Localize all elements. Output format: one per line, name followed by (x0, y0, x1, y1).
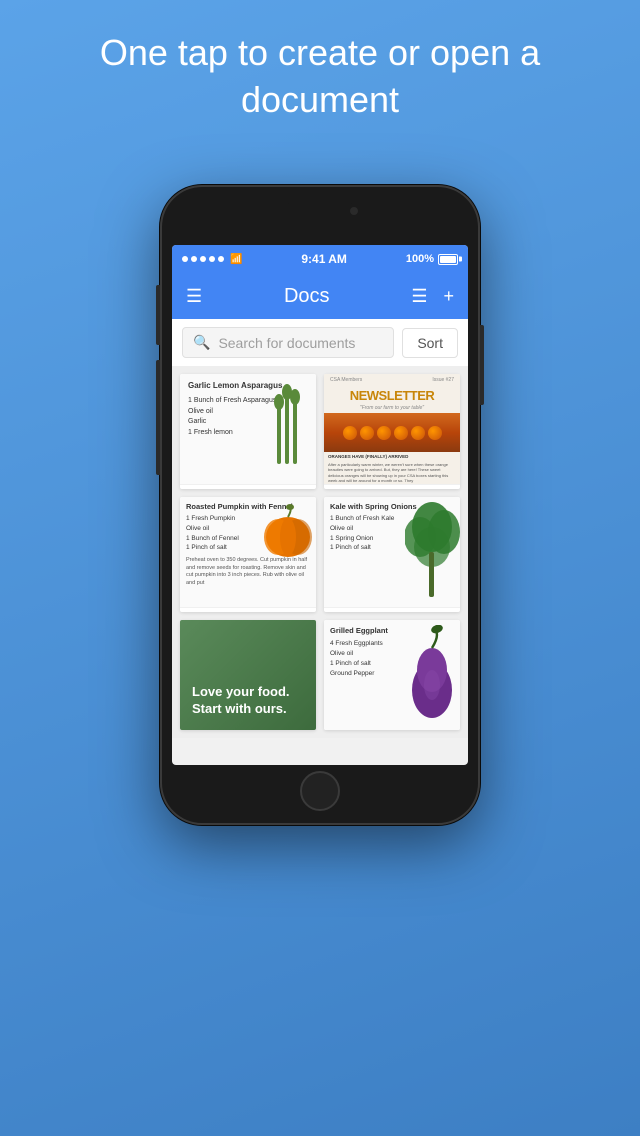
status-time: 9:41 AM (301, 252, 347, 266)
orange-4 (394, 426, 408, 440)
phone-device: 📶 9:41 AM 100% ☰ Docs ☰ + 🔍 Search fo (160, 185, 480, 825)
newsletter-body: After a particularly warm winter, we wer… (324, 461, 460, 484)
newsletter-label: CSA Members (330, 377, 362, 383)
battery-fill (440, 256, 456, 263)
doc-thumbnail-garlic: Garlic Lemon Asparagus 1 Bunch of Fresh … (180, 374, 316, 484)
search-bar: 🔍 Search for documents Sort (172, 319, 468, 366)
phone-camera (350, 207, 358, 215)
orange-2 (360, 426, 374, 440)
signal-area: 📶 (182, 254, 242, 265)
doc-thumbnail-eggplant: Grilled Eggplant 4 Fresh Eggplants Olive… (324, 620, 460, 730)
doc-thumbnail-kale: Kale with Spring Onions 1 Bunch of Fresh… (324, 497, 460, 607)
signal-dot-3 (200, 256, 206, 262)
list-view-icon[interactable]: ☰ (411, 286, 427, 307)
newsletter-header: CSA Members Issue #27 (324, 374, 460, 386)
orange-circles (339, 422, 446, 444)
search-icon: 🔍 (193, 334, 210, 351)
eggplant-illustration (405, 625, 460, 725)
app-header: ☰ Docs ☰ + (172, 273, 468, 319)
menu-icon[interactable]: ☰ (186, 286, 202, 307)
doc-thumbnail-food-start: Love your food. Start with ours. (180, 620, 316, 730)
phone-speaker (285, 203, 355, 215)
newsletter-subtitle: "From our farm to your table" (324, 405, 460, 411)
search-placeholder: Search for documents (218, 335, 355, 351)
app-title: Docs (284, 285, 330, 308)
signal-dot-2 (191, 256, 197, 262)
kale-illustration (405, 497, 460, 605)
doc-thumbnail-pumpkin: Roasted Pumpkin with Fennel 1 Fresh Pump… (180, 497, 316, 607)
doc-card-pumpkin[interactable]: Roasted Pumpkin with Fennel 1 Fresh Pump… (180, 497, 316, 612)
newsletter-image (324, 413, 460, 452)
doc-card-food-start[interactable]: Love your food. Start with ours. (180, 620, 316, 730)
add-document-icon[interactable]: + (443, 286, 454, 307)
newsletter-caption: ORANGES HAVE (FINALLY) ARRIVED (324, 452, 460, 461)
pumpkin-illustration (262, 502, 314, 562)
doc-footer-newsletter: Newsletter #27 opened 03/19/14 (324, 484, 460, 489)
battery-icon (438, 254, 458, 265)
orange-1 (343, 426, 357, 440)
doc-footer-kale: Kale with Onions opened 03/19/14 (324, 607, 460, 612)
doc-card-garlic-asparagus[interactable]: Garlic Lemon Asparagus 1 Bunch of Fresh … (180, 374, 316, 489)
asparagus-illustration (264, 374, 314, 474)
doc-footer-garlic: Garlic Asparagus opened 03/19/14 (180, 484, 316, 489)
doc-card-kale[interactable]: Kale with Spring Onions 1 Bunch of Fresh… (324, 497, 460, 612)
signal-dot-4 (209, 256, 215, 262)
doc-footer-pumpkin: Pumpkin with Fennel opened 03/19/14 (180, 607, 316, 612)
signal-dot-1 (182, 256, 188, 262)
food-start-content: Love your food. Start with ours. (180, 620, 316, 730)
search-input-wrapper[interactable]: 🔍 Search for documents (182, 327, 394, 358)
orange-5 (411, 426, 425, 440)
newsletter-title: NEWSLETTER (324, 386, 460, 405)
phone-home-button[interactable] (300, 771, 340, 811)
doc-thumbnail-newsletter: CSA Members Issue #27 NEWSLETTER "From o… (324, 374, 460, 484)
food-start-text: Love your food. Start with ours. (192, 684, 304, 718)
header-actions: ☰ + (411, 286, 454, 307)
battery-area: 100% (406, 253, 458, 265)
signal-dot-5 (218, 256, 224, 262)
thumb-content-newsletter: CSA Members Issue #27 NEWSLETTER "From o… (324, 374, 460, 484)
orange-3 (377, 426, 391, 440)
documents-grid: Garlic Lemon Asparagus 1 Bunch of Fresh … (172, 366, 468, 738)
doc-card-newsletter[interactable]: CSA Members Issue #27 NEWSLETTER "From o… (324, 374, 460, 489)
status-bar: 📶 9:41 AM 100% (172, 245, 468, 273)
wifi-icon: 📶 (230, 254, 242, 265)
phone-screen: 📶 9:41 AM 100% ☰ Docs ☰ + 🔍 Search fo (172, 245, 468, 765)
hero-text: One tap to create or open a document (0, 30, 640, 124)
orange-6 (428, 426, 442, 440)
newsletter-issue: Issue #27 (432, 377, 454, 383)
battery-percent: 100% (406, 253, 434, 265)
doc-card-eggplant[interactable]: Grilled Eggplant 4 Fresh Eggplants Olive… (324, 620, 460, 730)
sort-button[interactable]: Sort (402, 328, 458, 358)
